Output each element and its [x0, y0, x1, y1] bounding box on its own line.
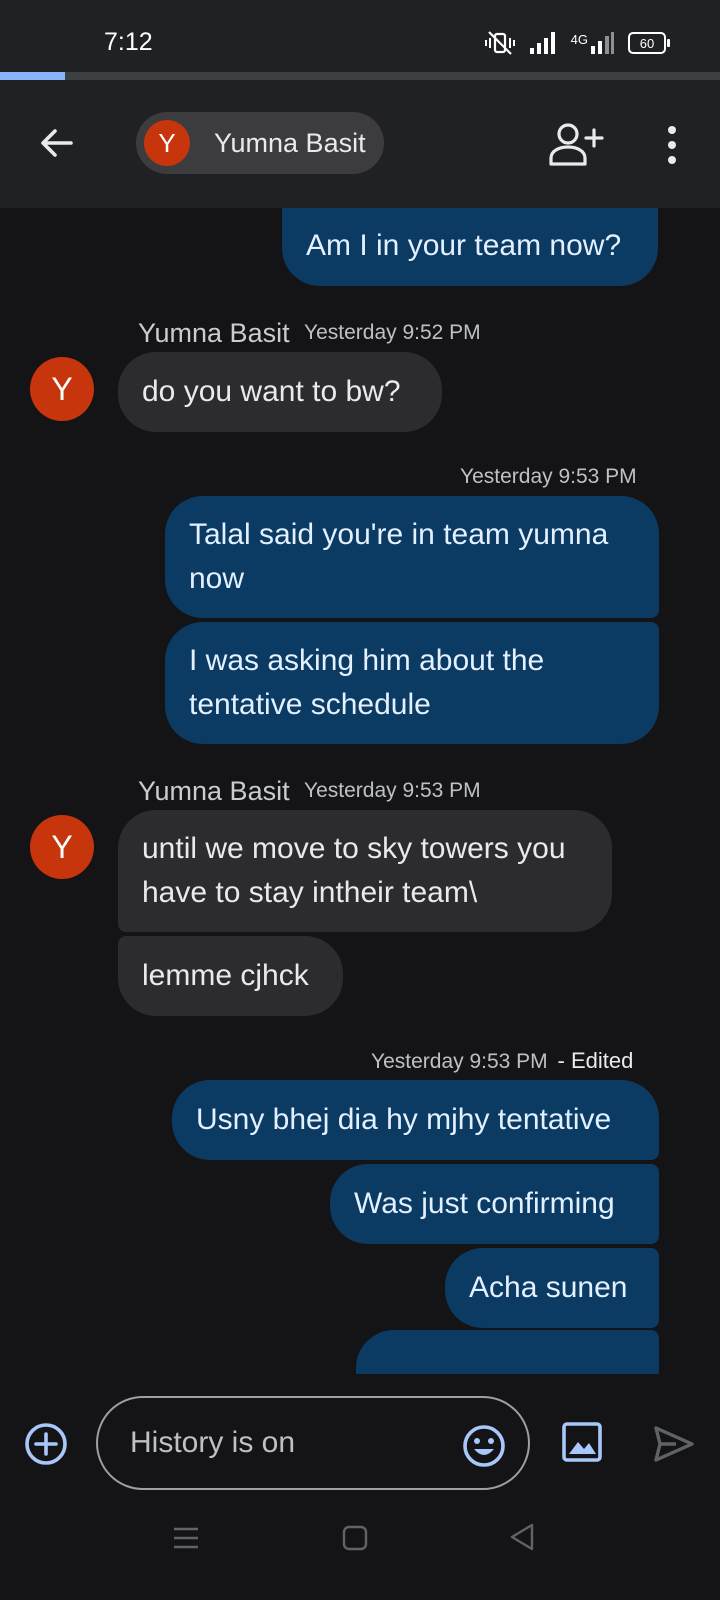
message-bubble-outgoing[interactable]: Usny bhej dia hy mjhy tentative: [172, 1080, 659, 1160]
more-vert-icon: [668, 126, 676, 134]
vibrate-off-icon: [484, 31, 515, 55]
home-icon: [342, 1525, 368, 1551]
add-circle-icon: [25, 1423, 67, 1465]
message-bubble-outgoing[interactable]: Acha sunen: [445, 1248, 659, 1328]
home-button[interactable]: [341, 1524, 369, 1552]
send-icon: [654, 1426, 694, 1462]
sender-name: Yumna Basit: [138, 318, 290, 348]
message-timestamp: Yesterday 9:52 PM: [304, 321, 481, 344]
message-bubble-outgoing[interactable]: Talal said you're in team yumna now: [165, 496, 659, 618]
battery-level: 60: [639, 35, 655, 51]
sender-name: Yumna Basit: [138, 776, 290, 806]
status-time: 7:12: [104, 28, 153, 56]
recents-icon: [174, 1527, 198, 1549]
back-arrow-icon: [41, 129, 73, 157]
composer-bar: History is on: [0, 1374, 720, 1600]
back-triangle-icon: [510, 1523, 534, 1551]
message-bubble-incoming[interactable]: lemme cjhck: [118, 936, 343, 1016]
more-options-button[interactable]: [652, 120, 692, 170]
network-type: 4G: [570, 32, 588, 47]
signal-4g-icon: 4G: [571, 32, 614, 54]
add-attachment-button[interactable]: [24, 1422, 68, 1466]
add-person-icon: [549, 123, 604, 166]
message-bubble-outgoing[interactable]: I was asking him about the tentative sch…: [165, 622, 659, 744]
emoji-button[interactable]: [462, 1424, 506, 1468]
back-button[interactable]: [30, 116, 84, 170]
nav-back-button[interactable]: [508, 1522, 536, 1552]
message-timestamp: Yesterday 9:53 PM - Edited: [371, 1048, 633, 1074]
status-bar: 7:12 4G 60: [0, 0, 720, 72]
contact-name: Yumna Basit: [214, 127, 366, 158]
add-person-button[interactable]: [548, 120, 604, 170]
send-progress-bar: [0, 72, 720, 80]
app-bar: Y Yumna Basit: [0, 80, 720, 208]
message-timestamp: Yesterday 9:53 PM: [304, 779, 481, 802]
message-bubble-outgoing-partial[interactable]: [356, 1330, 659, 1374]
system-nav-bar: [0, 1500, 720, 1600]
message-thread[interactable]: Am I in your team now? Yumna Basit Yeste…: [0, 208, 720, 1374]
message-bubble-outgoing[interactable]: Am I in your team now?: [282, 208, 658, 286]
message-input-placeholder: History is on: [130, 1426, 296, 1459]
recents-button[interactable]: [172, 1524, 200, 1552]
gallery-button[interactable]: [562, 1422, 602, 1462]
system-icons: 4G 60: [484, 30, 670, 56]
contact-chip[interactable]: Y Yumna Basit: [136, 112, 384, 174]
avatar[interactable]: Y: [30, 357, 94, 421]
avatar[interactable]: Y: [30, 815, 94, 879]
emoji-icon: [463, 1425, 505, 1467]
message-bubble-incoming[interactable]: do you want to bw?: [118, 352, 442, 432]
signal-icon: [529, 32, 555, 54]
message-bubble-incoming[interactable]: until we move to sky towers you have to …: [118, 810, 612, 932]
send-button[interactable]: [652, 1422, 696, 1466]
battery-icon: 60: [628, 32, 670, 54]
message-input[interactable]: History is on: [96, 1396, 530, 1490]
edited-label: - Edited: [557, 1048, 634, 1073]
avatar: Y: [144, 120, 190, 166]
image-icon: [562, 1422, 602, 1462]
send-progress-fill: [0, 72, 65, 80]
timestamp-text: Yesterday 9:53 PM: [371, 1050, 548, 1073]
message-timestamp: Yesterday 9:53 PM: [460, 465, 637, 488]
message-bubble-outgoing[interactable]: Was just confirming: [330, 1164, 659, 1244]
